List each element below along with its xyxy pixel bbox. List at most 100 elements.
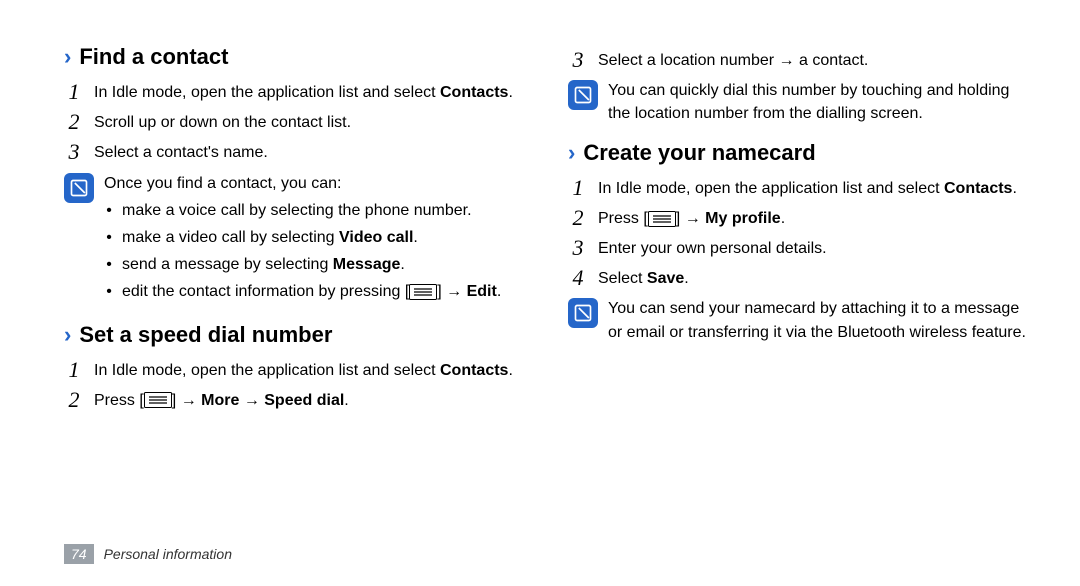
- text: ] →: [437, 283, 466, 300]
- text: .: [400, 256, 404, 273]
- text: .: [781, 210, 785, 227]
- text: Press [: [598, 210, 648, 227]
- bullet-icon: •: [104, 226, 114, 249]
- bold-text: More → Speed dial: [201, 392, 344, 409]
- page-number: 74: [64, 544, 94, 564]
- bullet-item: • edit the contact information by pressin…: [104, 280, 528, 303]
- bold-text: Contacts: [944, 180, 1012, 197]
- section-heading-speed-dial: › Set a speed dial number: [64, 322, 528, 348]
- text: .: [344, 392, 348, 409]
- menu-icon: [648, 211, 676, 227]
- footer-label: Personal information: [104, 546, 232, 562]
- step-2: 2 Press [ ] → My profile.: [568, 206, 1032, 230]
- step-number: 2: [568, 206, 588, 230]
- text: In Idle mode, open the application list …: [94, 84, 440, 101]
- step-1: 1 In Idle mode, open the application lis…: [64, 358, 528, 382]
- note-intro: Once you find a contact, you can:: [104, 172, 528, 195]
- bullet-item: • make a video call by selecting Video ca…: [104, 226, 528, 249]
- text: .: [413, 229, 417, 246]
- right-column: 3 Select a location number → a contact. …: [568, 40, 1032, 520]
- text: make a video call by selecting: [122, 229, 339, 246]
- bold-text: Contacts: [440, 362, 508, 379]
- text: .: [1012, 180, 1016, 197]
- chevron-right-icon: ›: [568, 142, 575, 164]
- step-text: Press [ ] → My profile.: [598, 206, 1032, 230]
- step-text: Press [ ] → More → Speed dial.: [94, 388, 528, 412]
- section-title: Create your namecard: [583, 140, 815, 166]
- bullet-icon: •: [104, 199, 114, 222]
- step-number: 1: [64, 358, 84, 382]
- section-heading-find-contact: › Find a contact: [64, 44, 528, 70]
- step-number: 4: [568, 266, 588, 290]
- text: .: [508, 362, 512, 379]
- note-block: Once you find a contact, you can: • make …: [64, 171, 528, 308]
- note-block: You can send your namecard by attaching …: [568, 296, 1032, 343]
- bold-text: Save: [647, 270, 684, 287]
- text: send a message by selecting: [122, 256, 333, 273]
- step-text: Select Save.: [598, 266, 1032, 290]
- step-1: 1 In Idle mode, open the application lis…: [64, 80, 528, 104]
- text: ] →: [676, 210, 705, 227]
- text: In Idle mode, open the application list …: [598, 180, 944, 197]
- step-text: In Idle mode, open the application list …: [94, 80, 528, 104]
- text: In Idle mode, open the application list …: [94, 362, 440, 379]
- note-body: You can send your namecard by attaching …: [608, 296, 1032, 343]
- note-icon: [64, 173, 94, 203]
- step-text: In Idle mode, open the application list …: [598, 176, 1032, 200]
- bullet-list: • make a voice call by selecting the phon…: [104, 199, 528, 304]
- note-icon: [568, 298, 598, 328]
- bullet-text: send a message by selecting Message.: [122, 253, 405, 276]
- note-body: Once you find a contact, you can: • make …: [104, 171, 528, 308]
- step-number: 1: [568, 176, 588, 200]
- step-number: 1: [64, 80, 84, 104]
- note-block: You can quickly dial this number by touc…: [568, 78, 1032, 125]
- bullet-text: make a voice call by selecting the phone…: [122, 199, 472, 222]
- step-text: Select a location number → a contact.: [598, 48, 1032, 72]
- step-number: 3: [64, 140, 84, 164]
- bullet-text: make a video call by selecting Video cal…: [122, 226, 418, 249]
- note-icon: [568, 80, 598, 110]
- step-number: 2: [64, 110, 84, 134]
- bullet-item: • make a voice call by selecting the phon…: [104, 199, 528, 222]
- bullet-item: • send a message by selecting Message.: [104, 253, 528, 276]
- text: .: [508, 84, 512, 101]
- step-text: Enter your own personal details.: [598, 236, 1032, 260]
- text: .: [684, 270, 688, 287]
- step-text: Scroll up or down on the contact list.: [94, 110, 528, 134]
- step-2: 2 Press [ ] → More → Speed dial.: [64, 388, 528, 412]
- bold-text: My profile: [705, 210, 781, 227]
- step-2: 2 Scroll up or down on the contact list.: [64, 110, 528, 134]
- chevron-right-icon: ›: [64, 324, 71, 346]
- step-number: 2: [64, 388, 84, 412]
- section-heading-namecard: › Create your namecard: [568, 140, 1032, 166]
- text: ] →: [172, 392, 201, 409]
- step-4: 4 Select Save.: [568, 266, 1032, 290]
- bullet-icon: •: [104, 280, 114, 303]
- menu-icon: [144, 392, 172, 408]
- chevron-right-icon: ›: [64, 46, 71, 68]
- bold-text: Edit: [467, 283, 497, 300]
- step-1: 1 In Idle mode, open the application lis…: [568, 176, 1032, 200]
- step-3: 3 Select a contact's name.: [64, 140, 528, 164]
- text: Press [: [94, 392, 144, 409]
- bullet-icon: •: [104, 253, 114, 276]
- section-title: Find a contact: [79, 44, 228, 70]
- bullet-text: edit the contact information by pressing…: [122, 280, 501, 303]
- step-number: 3: [568, 236, 588, 260]
- note-body: You can quickly dial this number by touc…: [608, 78, 1032, 125]
- bold-text: Contacts: [440, 84, 508, 101]
- step-text: In Idle mode, open the application list …: [94, 358, 528, 382]
- step-number: 3: [568, 48, 588, 72]
- menu-icon: [409, 284, 437, 300]
- text: edit the contact information by pressing…: [122, 283, 409, 300]
- text: .: [497, 283, 501, 300]
- page-body: › Find a contact 1 In Idle mode, open th…: [0, 0, 1080, 530]
- step-text: Select a contact's name.: [94, 140, 528, 164]
- bold-text: Video call: [339, 229, 413, 246]
- section-title: Set a speed dial number: [79, 322, 332, 348]
- bold-text: Message: [333, 256, 401, 273]
- text: Select: [598, 270, 647, 287]
- left-column: › Find a contact 1 In Idle mode, open th…: [64, 40, 528, 520]
- step-3-cont: 3 Select a location number → a contact.: [568, 48, 1032, 72]
- page-footer: 74 Personal information: [64, 544, 232, 564]
